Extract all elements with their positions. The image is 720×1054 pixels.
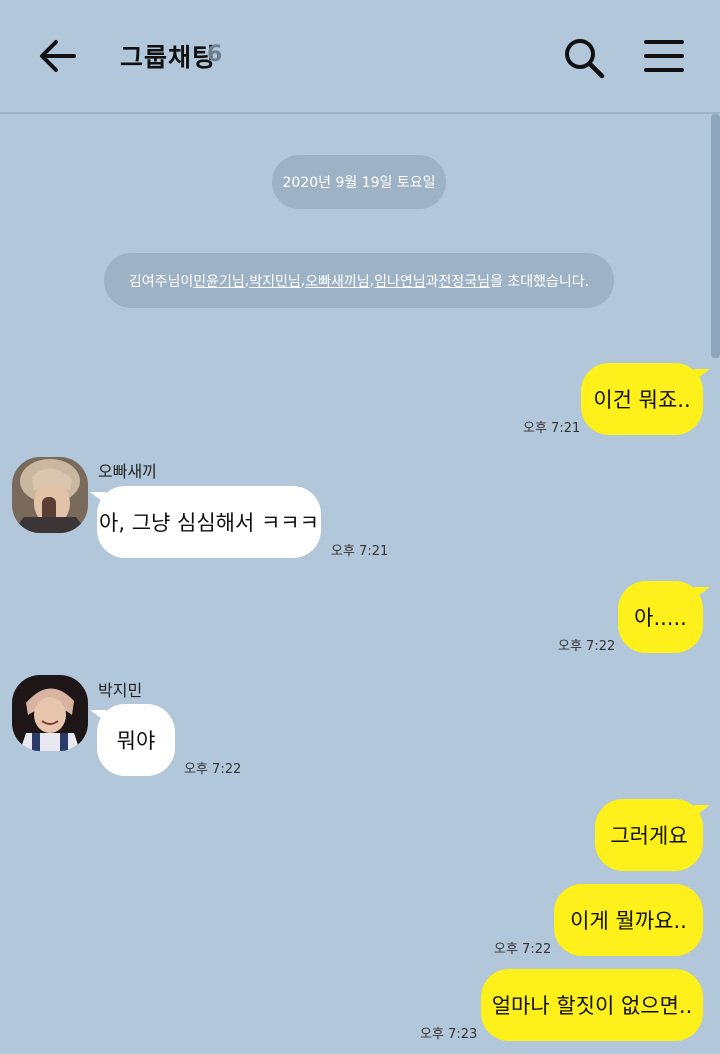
avatar[interactable]: [12, 675, 88, 751]
search-button[interactable]: [562, 36, 606, 80]
notice-joiner: 과: [425, 273, 439, 290]
message-time: 오후 7:22: [494, 942, 552, 957]
my-message-bubble[interactable]: 아.....: [618, 581, 710, 653]
menu-icon: [644, 40, 684, 72]
invited-name[interactable]: 임나연님: [374, 271, 426, 291]
scrollbar[interactable]: [711, 114, 720, 358]
notice-suffix: 을 초대했습니다.: [490, 273, 590, 290]
invited-name[interactable]: 박지민님: [249, 271, 301, 291]
date-divider: 2020년 9월 19일 토요일: [272, 155, 446, 209]
profile-photo: [12, 457, 88, 533]
menu-button[interactable]: [644, 38, 684, 74]
invite-notice: 김여주님이 민윤기님 , 박지민님 , 오빠새끼님 , 임나연님 과 전정국님 …: [104, 253, 614, 308]
my-message-bubble[interactable]: 얼마나 할짓이 없으면..: [481, 969, 703, 1041]
back-button[interactable]: [36, 36, 80, 76]
their-message-bubble[interactable]: 아, 그냥 심심해서 ㅋㅋㅋ: [90, 486, 321, 558]
avatar[interactable]: [12, 457, 88, 533]
their-message-bubble[interactable]: 뭐야: [90, 704, 175, 776]
sender-name: 박지민: [98, 681, 143, 700]
message-time: 오후 7:21: [331, 544, 389, 559]
my-message-bubble[interactable]: 이건 뭐죠..: [581, 363, 710, 435]
invited-name[interactable]: 전정국님: [439, 271, 491, 291]
chat-title: 그룹채팅: [120, 43, 217, 72]
profile-photo: [12, 675, 88, 751]
chat-header: 그룹채팅 6: [0, 0, 720, 114]
message-time: 오후 7:22: [184, 762, 242, 777]
invited-name[interactable]: 오빠새끼님: [305, 271, 369, 291]
message-time: 오후 7:23: [420, 1027, 478, 1042]
member-count: 6: [207, 42, 223, 67]
my-message-bubble[interactable]: 이게 뭘까요..: [554, 884, 703, 956]
message-time: 오후 7:21: [523, 421, 581, 436]
back-arrow-icon: [40, 40, 76, 72]
notice-prefix: 김여주님이: [128, 273, 194, 290]
search-icon: [565, 39, 605, 79]
sender-name: 오빠새끼: [98, 462, 157, 481]
message-time: 오후 7:22: [558, 639, 616, 654]
invited-name[interactable]: 민윤기님: [193, 271, 245, 291]
my-message-bubble[interactable]: 그러게요: [595, 799, 710, 871]
